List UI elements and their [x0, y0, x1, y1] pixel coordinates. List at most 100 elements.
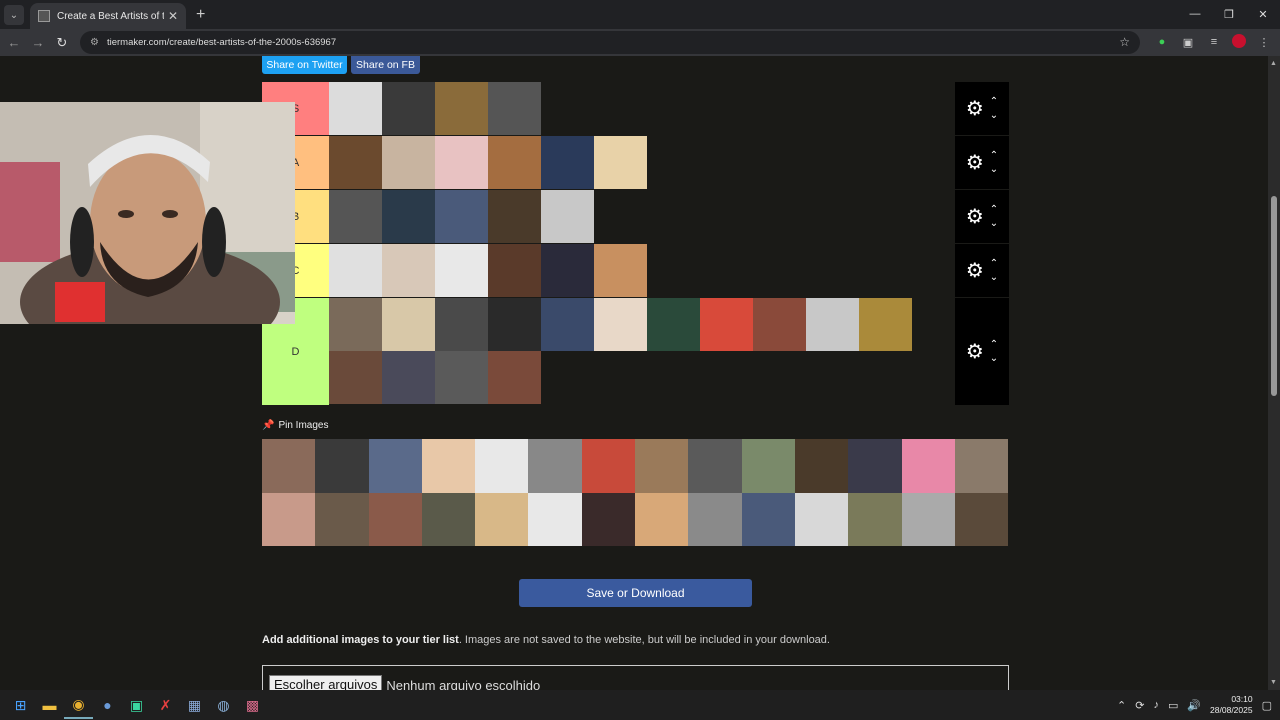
- pool-artist-thumbnail[interactable]: [315, 439, 369, 493]
- move-tier-down-icon[interactable]: ⌄: [990, 352, 998, 366]
- pool-artist-thumbnail[interactable]: [368, 492, 422, 546]
- artist-thumbnail[interactable]: [435, 244, 488, 297]
- artist-thumbnail[interactable]: [488, 351, 541, 404]
- app-chat-icon[interactable]: ▣: [122, 691, 151, 719]
- app-grid-icon[interactable]: ▩: [238, 691, 267, 719]
- pool-artist-thumbnail[interactable]: [954, 439, 1009, 493]
- artist-thumbnail[interactable]: [329, 190, 382, 243]
- new-tab-icon[interactable]: +: [196, 6, 205, 24]
- move-tier-down-icon[interactable]: ⌄: [990, 271, 998, 285]
- pool-artist-thumbnail[interactable]: [688, 439, 742, 493]
- share-facebook-button[interactable]: Share on FB: [351, 56, 420, 74]
- microphone-icon[interactable]: ♪: [1153, 699, 1159, 711]
- move-tier-up-icon[interactable]: ⌃: [990, 338, 998, 352]
- pool-artist-thumbnail[interactable]: [475, 492, 529, 546]
- artist-thumbnail[interactable]: [382, 351, 435, 404]
- pool-artist-thumbnail[interactable]: [581, 439, 636, 493]
- pool-artist-thumbnail[interactable]: [528, 492, 582, 546]
- artist-thumbnail[interactable]: [488, 190, 541, 243]
- artist-thumbnail[interactable]: [594, 244, 647, 297]
- move-tier-up-icon[interactable]: ⌃: [990, 257, 998, 271]
- forward-icon[interactable]: →: [26, 35, 50, 50]
- artist-thumbnail[interactable]: [859, 298, 912, 351]
- scroll-up-icon[interactable]: ▲: [1270, 60, 1277, 67]
- file-input[interactable]: Escolher arquivos Nenhum arquivo escolhi…: [262, 665, 1009, 690]
- pool-artist-thumbnail[interactable]: [848, 492, 902, 546]
- artist-thumbnail[interactable]: [382, 298, 435, 351]
- artist-thumbnail[interactable]: [541, 190, 594, 243]
- pool-artist-thumbnail[interactable]: [635, 439, 689, 493]
- artist-thumbnail[interactable]: [329, 351, 382, 404]
- network-icon[interactable]: ▭: [1168, 699, 1178, 712]
- artist-thumbnail[interactable]: [329, 136, 382, 189]
- tab-close-icon[interactable]: ✕: [168, 9, 178, 23]
- browser-tab[interactable]: Create a Best Artists of the 2000s ✕: [30, 3, 186, 29]
- artist-thumbnail[interactable]: [488, 82, 541, 135]
- share-twitter-button[interactable]: Share on Twitter: [262, 56, 347, 74]
- artist-thumbnail[interactable]: [435, 351, 488, 404]
- reload-icon[interactable]: ↻: [50, 35, 74, 51]
- pool-artist-thumbnail[interactable]: [528, 439, 582, 493]
- artist-thumbnail[interactable]: [329, 298, 382, 351]
- volume-icon[interactable]: 🔊: [1187, 699, 1201, 712]
- tray-expand-icon[interactable]: ⌃: [1117, 699, 1126, 712]
- artist-thumbnail[interactable]: [753, 298, 806, 351]
- artist-thumbnail[interactable]: [435, 82, 488, 135]
- site-info-icon[interactable]: ⚙: [90, 37, 99, 48]
- app-image-icon[interactable]: ▦: [180, 691, 209, 719]
- more-menu-icon[interactable]: ⋮: [1256, 34, 1272, 50]
- artist-thumbnail[interactable]: [594, 298, 647, 351]
- restore-icon[interactable]: ❐: [1212, 0, 1246, 28]
- pool-artist-thumbnail[interactable]: [688, 492, 742, 546]
- profile-avatar-icon[interactable]: [1232, 34, 1246, 48]
- move-tier-down-icon[interactable]: ⌄: [990, 217, 998, 231]
- close-window-icon[interactable]: ✕: [1246, 0, 1280, 28]
- pool-artist-thumbnail[interactable]: [848, 439, 902, 493]
- pool-artist-thumbnail[interactable]: [794, 439, 849, 493]
- pool-artist-thumbnail[interactable]: [741, 439, 795, 493]
- minimize-icon[interactable]: —: [1178, 0, 1212, 28]
- pool-artist-thumbnail[interactable]: [421, 439, 476, 493]
- move-tier-up-icon[interactable]: ⌃: [990, 95, 998, 109]
- move-tier-up-icon[interactable]: ⌃: [990, 149, 998, 163]
- pool-artist-thumbnail[interactable]: [262, 439, 316, 493]
- save-download-button[interactable]: Save or Download: [519, 579, 752, 607]
- sync-icon[interactable]: ⟳: [1135, 699, 1144, 712]
- artist-thumbnail[interactable]: [329, 244, 382, 297]
- media-control-icon[interactable]: ≡: [1206, 34, 1222, 50]
- artist-thumbnail[interactable]: [488, 244, 541, 297]
- pool-artist-thumbnail[interactable]: [368, 439, 422, 493]
- artist-thumbnail[interactable]: [806, 298, 859, 351]
- pool-artist-thumbnail[interactable]: [794, 492, 849, 546]
- artist-thumbnail[interactable]: [488, 298, 541, 351]
- pool-artist-thumbnail[interactable]: [901, 492, 955, 546]
- pool-artist-thumbnail[interactable]: [954, 492, 1009, 546]
- artist-thumbnail[interactable]: [488, 136, 541, 189]
- artist-thumbnail[interactable]: [700, 298, 753, 351]
- tier-settings-gear-icon[interactable]: ⚙: [966, 204, 984, 229]
- move-tier-down-icon[interactable]: ⌄: [990, 163, 998, 177]
- tab-search-icon[interactable]: ⌄: [4, 5, 24, 25]
- artist-thumbnail[interactable]: [382, 244, 435, 297]
- chrome-icon[interactable]: ◉: [64, 691, 93, 719]
- app-globe-icon[interactable]: ●: [93, 691, 122, 719]
- artist-thumbnail[interactable]: [435, 136, 488, 189]
- pool-artist-thumbnail[interactable]: [581, 492, 636, 546]
- pool-artist-thumbnail[interactable]: [741, 492, 795, 546]
- artist-thumbnail[interactable]: [435, 298, 488, 351]
- artist-thumbnail[interactable]: [541, 244, 594, 297]
- artist-thumbnail[interactable]: [647, 298, 700, 351]
- tier-settings-gear-icon[interactable]: ⚙: [966, 96, 984, 121]
- tier-settings-gear-icon[interactable]: ⚙: [966, 258, 984, 283]
- choose-files-button[interactable]: Escolher arquivos: [269, 675, 383, 690]
- pool-artist-thumbnail[interactable]: [421, 492, 476, 546]
- pool-artist-thumbnail[interactable]: [315, 492, 369, 546]
- artist-thumbnail[interactable]: [594, 136, 647, 189]
- pool-artist-thumbnail[interactable]: [635, 492, 689, 546]
- pool-artist-thumbnail[interactable]: [262, 492, 316, 546]
- notifications-icon[interactable]: ▢: [1262, 699, 1272, 712]
- clock[interactable]: 03:10 28/08/2025: [1210, 694, 1253, 716]
- tier-settings-gear-icon[interactable]: ⚙: [966, 150, 984, 175]
- steam-icon[interactable]: ◍: [209, 691, 238, 719]
- back-icon[interactable]: ←: [2, 35, 26, 50]
